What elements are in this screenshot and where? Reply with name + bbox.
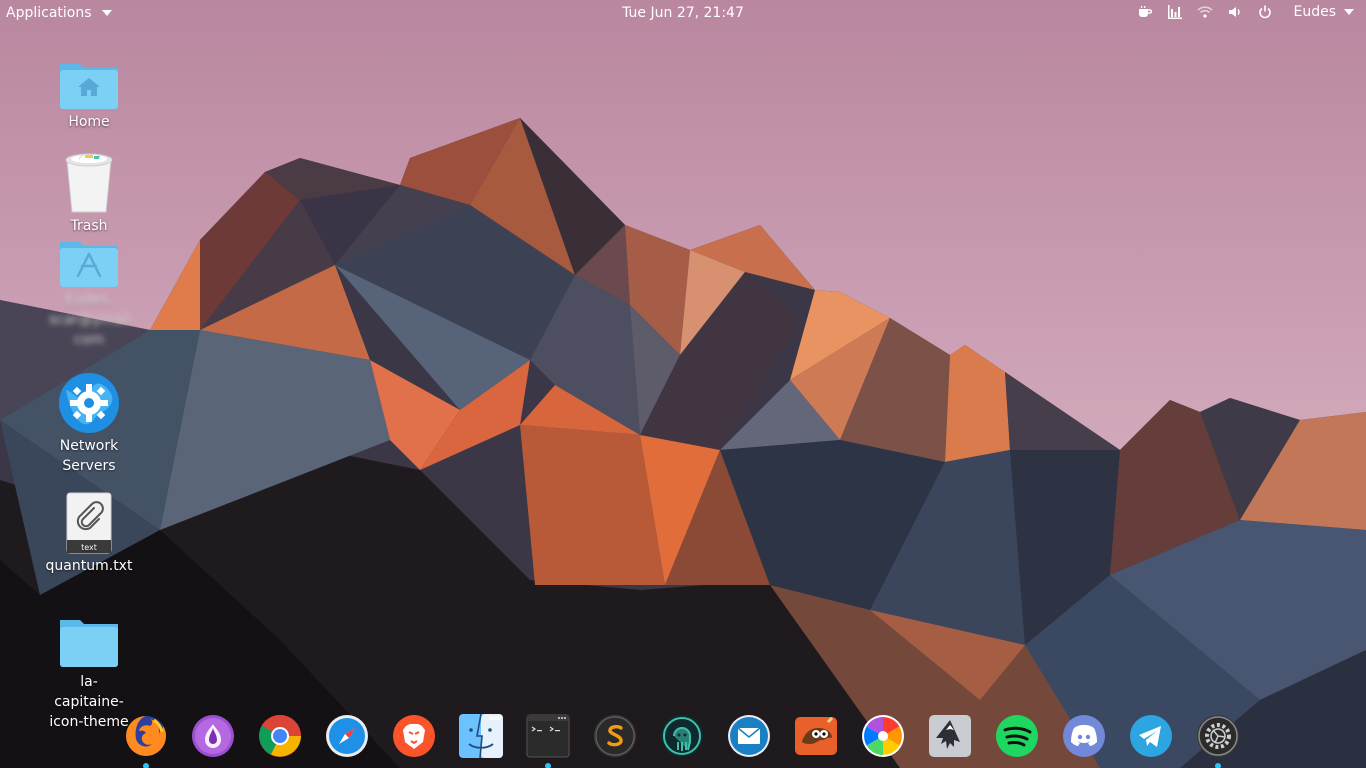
wifi-icon[interactable] [1197,4,1214,20]
dock-item-safari[interactable] [325,714,369,758]
dock-item-chrome[interactable] [258,714,302,758]
gimp-icon [795,716,837,755]
bar-chart-icon[interactable] [1167,4,1183,20]
folder-icon [60,620,118,667]
firefox-icon [126,716,166,756]
network-servers-icon [59,373,119,433]
chevron-down-icon [101,10,112,16]
desktop-icon-label: Home [68,114,110,130]
desktop-icon-label: quantum.txt [45,558,133,574]
running-indicator [143,763,149,768]
dock-item-color-picker[interactable] [861,714,905,758]
chrome-icon [259,714,301,757]
applications-menu-button[interactable]: Applications [6,5,112,21]
dock-item-tor-browser[interactable] [191,714,235,758]
settings-gear-icon [1197,715,1239,757]
terminal-icon [526,714,570,758]
spotify-icon [996,715,1038,757]
dock-item-sublime-text[interactable] [593,714,637,758]
desktop-icon-apps-folder[interactable]: Eudes. scar@ymail. com [44,236,136,350]
file-type-badge: text [81,543,97,552]
desktop-wallpaper [0,0,1366,768]
desktop-icon-home[interactable]: Home [44,58,134,132]
applications-menu-label: Applications [6,5,92,21]
sublime-icon [594,715,636,757]
username-label: Eudes [1293,4,1336,20]
discord-icon [1063,715,1105,757]
brave-lion-icon [393,715,435,757]
desktop-icon-quantum-txt[interactable]: text quantum.txt [44,492,134,576]
telegram-icon [1130,715,1172,757]
dock-item-terminal[interactable] [526,714,570,768]
dock [112,706,1248,768]
clock[interactable]: Tue Jun 27, 21:47 [622,5,744,21]
dock-item-gimp[interactable] [794,714,838,758]
tor-browser-icon [192,715,234,757]
finder-icon [459,713,503,759]
dock-item-files[interactable] [459,713,503,759]
dock-item-mail[interactable] [727,714,771,758]
running-indicator [545,763,551,768]
dock-item-brave[interactable] [392,714,436,758]
text-file-icon: text [66,492,112,554]
dock-item-discord[interactable] [1062,714,1106,758]
chevron-down-icon [1344,9,1354,15]
trash-icon [65,153,113,213]
apps-folder-icon [60,242,118,287]
desktop-icon-label: Eudes. scar@ymail. com [49,292,136,348]
volume-icon[interactable] [1227,4,1243,20]
desktop-icon-trash[interactable]: Trash [44,150,134,236]
dock-item-system-settings[interactable] [1196,714,1240,768]
gitkraken-icon [661,715,703,757]
desktop-icon-label: Network Servers [59,438,119,474]
dock-item-spotify[interactable] [995,714,1039,758]
power-icon[interactable] [1257,4,1273,20]
inkscape-icon [929,715,971,757]
dock-item-inkscape[interactable] [928,714,972,758]
running-indicator [1215,763,1221,768]
user-menu-button[interactable]: Eudes [1293,4,1354,20]
dock-item-firefox[interactable] [124,714,168,768]
top-panel: Applications Tue Jun 27, 21:47 Eudes [0,0,1366,27]
system-tray: Eudes [1137,4,1354,20]
color-wheel-icon [862,715,904,757]
coffee-icon[interactable] [1137,4,1153,20]
safari-compass-icon [326,715,368,757]
dock-item-telegram[interactable] [1129,714,1173,758]
home-folder-icon [60,64,118,109]
mail-icon [728,715,770,757]
dock-item-gitkraken[interactable] [660,714,704,758]
desktop-icon-network-servers[interactable]: Network Servers [44,372,134,476]
desktop-icon-label: Trash [70,218,108,234]
